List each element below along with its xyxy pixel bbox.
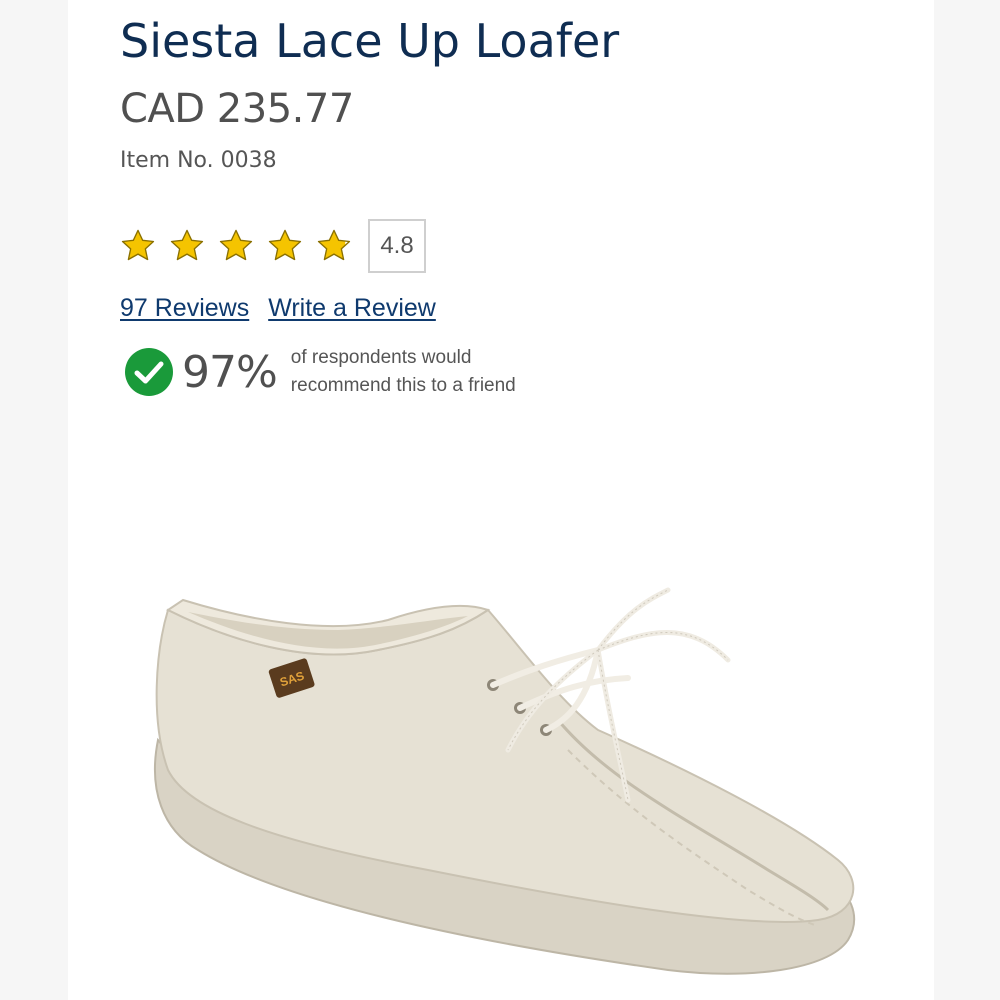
star-icon (219, 229, 253, 261)
star-icon (268, 229, 302, 261)
star-icon (170, 229, 204, 261)
review-links: 97 Reviews Write a Review (120, 294, 436, 323)
rating-value: 4.8 (368, 219, 426, 273)
star-icon (121, 229, 155, 261)
recommendation: 97% of respondents would recommend this … (124, 344, 516, 400)
product-price: CAD 235.77 (120, 86, 354, 132)
product-image-shoe: SAS (154, 587, 855, 975)
rating-row[interactable]: 4.8 (120, 218, 426, 274)
star-partial-icon (317, 229, 351, 261)
recommend-text: of respondents would recommend this to a… (291, 344, 516, 400)
item-number: Item No. 0038 (120, 148, 277, 173)
recommend-percent: 97% (182, 346, 278, 398)
recommend-text-line1: of respondents would (290, 347, 472, 368)
write-review-link[interactable]: Write a Review (268, 294, 436, 322)
reviews-link[interactable]: 97 Reviews (120, 294, 249, 322)
product-title: Siesta Lace Up Loafer (120, 14, 620, 68)
check-circle-icon (125, 348, 173, 396)
product-card: Siesta Lace Up Loafer CAD 235.77 Item No… (68, 0, 934, 1000)
recommend-text-line2: recommend this to a friend (290, 375, 516, 396)
